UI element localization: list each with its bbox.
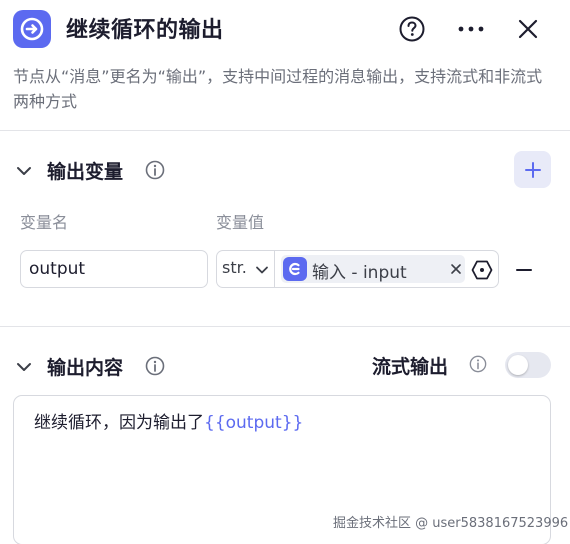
divider (0, 326, 570, 327)
info-icon[interactable] (145, 160, 165, 180)
help-icon[interactable] (395, 12, 429, 46)
type-select[interactable]: str. (217, 251, 275, 287)
remove-variable-icon[interactable] (512, 258, 536, 282)
reference-chip[interactable]: 输入 - input (281, 255, 465, 283)
close-icon[interactable] (511, 12, 545, 46)
clear-icon[interactable] (449, 262, 463, 276)
toggle-knob (508, 355, 528, 375)
variable-value-field: str. 输入 - input (216, 250, 499, 288)
output-variables-title: 输出变量 (47, 161, 124, 183)
variable-name-column-label: 变量名 (20, 213, 69, 232)
info-icon[interactable] (469, 355, 487, 373)
output-content-title: 输出内容 (47, 357, 124, 379)
chevron-down-icon[interactable] (15, 358, 33, 376)
node-type-icon (13, 10, 51, 48)
node-type-icon (283, 257, 307, 281)
add-variable-button[interactable] (514, 151, 551, 188)
plus-icon (524, 161, 541, 178)
variable-picker-icon[interactable] (471, 259, 493, 281)
watermark: 掘金技术社区 @ user5838167523996 (333, 516, 569, 531)
node-title[interactable]: 继续循环的输出 (66, 12, 224, 44)
output-variables-header: 输出变量 (0, 150, 570, 190)
more-icon[interactable] (454, 12, 488, 46)
divider (0, 130, 570, 131)
info-icon[interactable] (145, 356, 165, 376)
chevron-down-icon (256, 266, 268, 274)
type-select-label: str. (222, 258, 247, 277)
node-description: 节点从“消息”更名为“输出”，支持中间过程的消息输出，支持流式和非流式两种方式 (13, 67, 543, 111)
streaming-output-label: 流式输出 (372, 356, 449, 378)
variable-name-input[interactable]: output (20, 250, 208, 288)
node-header: 继续循环的输出 (0, 0, 570, 58)
content-text: 继续循环，因为输出了 (34, 413, 204, 433)
content-variable-reference: {{output}} (204, 413, 304, 433)
reference-label: 输入 - input (312, 263, 407, 283)
variable-value-column-label: 变量值 (216, 213, 265, 232)
streaming-toggle[interactable] (505, 352, 551, 378)
chevron-down-icon[interactable] (15, 162, 33, 180)
